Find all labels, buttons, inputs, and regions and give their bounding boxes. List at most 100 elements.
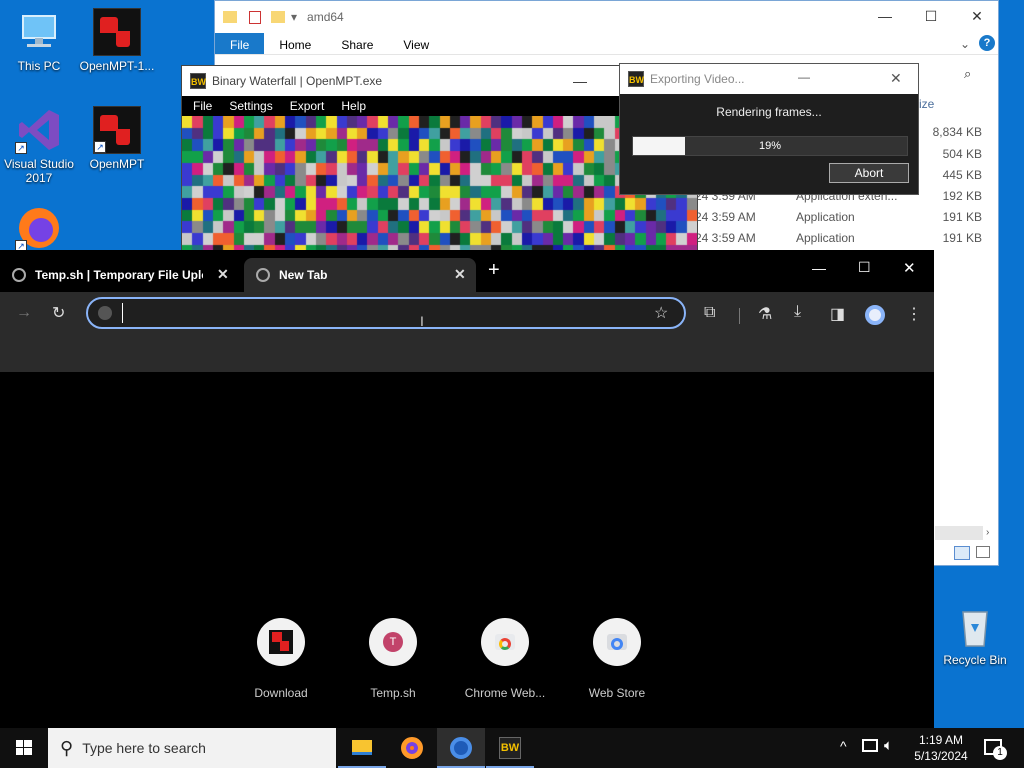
export-close-button[interactable]: ✕ (890, 70, 902, 87)
abort-button[interactable]: Abort (829, 163, 909, 183)
scroll-right-icon[interactable]: › (986, 527, 989, 538)
menu-export[interactable]: Export (279, 99, 331, 113)
ribbon-tab-share[interactable]: Share (326, 33, 388, 54)
menu-settings[interactable]: Settings (218, 99, 278, 113)
expand-ribbon-icon[interactable]: ⌄ (960, 37, 970, 51)
tab-title: Temp.sh | Temporary File Uplo (35, 268, 203, 282)
dropdown-icon[interactable]: ▾ (291, 10, 297, 24)
binary-waterfall-icon: BW (628, 71, 644, 87)
horizontal-scrollbar[interactable] (935, 526, 983, 540)
browser-close-button[interactable]: ✕ (903, 259, 916, 277)
taskbar: ⚲ Type here to search BW ^ 🔈︎ 1:19 AM 5/… (0, 728, 1024, 768)
shortcut-tile[interactable]: T Temp.sh (345, 618, 441, 700)
desktop-icon-this-pc[interactable]: This PC (0, 8, 78, 73)
network-icon[interactable] (862, 739, 878, 752)
forward-icon[interactable]: → (16, 304, 32, 322)
download-icon[interactable]: ⤓ (794, 303, 801, 321)
browser-minimize-button[interactable]: — (812, 260, 826, 276)
shortcut-tile[interactable]: Chrome Web... (457, 618, 553, 700)
folder-icon (352, 740, 372, 755)
desktop-icon-openmpt-folder[interactable]: OpenMPT-1... (78, 8, 156, 73)
taskbar-chrome[interactable] (437, 728, 485, 768)
export-progress-label: 19% (758, 140, 782, 152)
extensions-icon[interactable]: ⧉ (704, 304, 715, 322)
tab-temp-sh[interactable]: Temp.sh | Temporary File Uplo ✕ (0, 258, 240, 292)
browser-maximize-button[interactable]: ☐ (858, 259, 871, 276)
large-icons-view-icon[interactable] (976, 546, 990, 558)
side-panel-icon[interactable]: ◨ (830, 304, 845, 324)
explorer-title: amd64 (307, 10, 344, 24)
close-tab-icon[interactable]: ✕ (454, 266, 466, 283)
export-dialog-title: Exporting Video... (650, 72, 745, 86)
new-tab-button[interactable]: + (488, 259, 500, 282)
taskbar-firefox[interactable] (388, 728, 436, 768)
reload-icon[interactable]: ↻ (52, 303, 65, 323)
desktop-icon-openmpt[interactable]: ↗ OpenMPT (78, 106, 156, 171)
file-row-size: 445 KB (942, 168, 982, 182)
file-row-date: 24 3:59 AM (695, 210, 756, 224)
desktop-icon-visual-studio[interactable]: ↗ Visual Studio 2017 (0, 106, 78, 185)
recycle-bin-icon (951, 602, 999, 650)
globe-icon (12, 268, 26, 282)
profile-avatar-icon[interactable] (865, 305, 885, 325)
address-input[interactable] (122, 303, 622, 323)
ribbon-tab-view[interactable]: View (388, 33, 444, 54)
explorer-close-button[interactable]: ✕ (954, 1, 1000, 31)
file-row-type: Application (796, 210, 855, 224)
menu-file[interactable]: File (182, 99, 218, 113)
explorer-maximize-button[interactable]: ☐ (908, 1, 954, 31)
desktop-icon-label: Recycle Bin (943, 653, 1007, 667)
volume-muted-icon[interactable]: 🔈︎ (884, 737, 893, 754)
globe-icon (256, 268, 270, 282)
explorer-minimize-button[interactable]: — (862, 1, 908, 31)
export-status-message: Rendering frames... (716, 105, 822, 119)
bookmark-star-icon[interactable]: ☆ (654, 303, 668, 323)
shortcut-tile[interactable]: Web Store (569, 618, 665, 700)
desktop-icon-recycle-bin[interactable]: Recycle Bin (936, 602, 1014, 667)
site-info-icon[interactable] (98, 306, 112, 320)
show-hidden-icons-icon[interactable]: ^ (840, 738, 847, 754)
labs-flask-icon[interactable]: ⚗ (758, 304, 772, 324)
waterfall-minimize-button[interactable]: — (557, 66, 603, 96)
export-minimize-button[interactable]: — (798, 70, 810, 84)
waterfall-title: Binary Waterfall | OpenMPT.exe (212, 74, 383, 88)
size-column-header[interactable]: ize (919, 97, 934, 111)
desktop-icon-label: OpenMPT (89, 157, 145, 171)
address-bar[interactable]: ☆ (86, 297, 686, 329)
openmpt-icon (93, 8, 141, 56)
openmpt-icon: ↗ (93, 106, 141, 154)
details-view-icon[interactable] (954, 546, 970, 560)
toolbar-divider (739, 308, 740, 324)
clock-time: 1:19 AM (918, 733, 964, 747)
visual-studio-icon: ↗ (15, 106, 63, 154)
firefox-icon: ↗ (15, 204, 63, 252)
search-icon[interactable]: ⌕ (964, 66, 971, 82)
taskbar-file-explorer[interactable] (338, 728, 386, 768)
folder-icon (271, 11, 285, 23)
firefox-icon (401, 737, 423, 759)
close-tab-icon[interactable]: ✕ (217, 266, 229, 283)
start-button[interactable] (0, 728, 48, 768)
desktop-icon-label: Visual Studio 2017 (4, 157, 74, 185)
file-row-size: 8,834 KB (932, 125, 982, 139)
ribbon-tab-home[interactable]: Home (264, 33, 326, 54)
export-progress-bar: 19% (632, 136, 908, 156)
desktop-icon-firefox[interactable]: ↗ (0, 204, 78, 255)
search-icon: ⚲ (60, 737, 74, 758)
tab-new-tab[interactable]: New Tab ✕ (244, 258, 476, 292)
chrome-window[interactable]: Temp.sh | Temporary File Uplo ✕ New Tab … (0, 250, 934, 728)
shortcut-label: Temp.sh (370, 686, 416, 700)
desktop-icon-label: OpenMPT-1... (79, 59, 155, 73)
menu-help[interactable]: Help (330, 99, 372, 113)
menu-kebab-icon[interactable]: ⋮ (906, 304, 922, 324)
taskbar-binary-waterfall[interactable]: BW (486, 728, 534, 768)
export-titlebar: BW Exporting Video... — ✕ (620, 64, 918, 94)
exporting-video-dialog[interactable]: BW Exporting Video... — ✕ Rendering fram… (619, 63, 919, 195)
taskbar-search[interactable]: ⚲ Type here to search (48, 728, 336, 768)
ribbon-tab-file[interactable]: File (215, 33, 265, 54)
shortcut-tile[interactable]: Download (233, 618, 329, 700)
shortcut-label: Web Store (588, 686, 646, 700)
file-row-size: 191 KB (942, 231, 982, 245)
help-icon[interactable]: ? (979, 35, 995, 51)
taskbar-clock[interactable]: 1:19 AM 5/13/2024 (906, 732, 976, 764)
